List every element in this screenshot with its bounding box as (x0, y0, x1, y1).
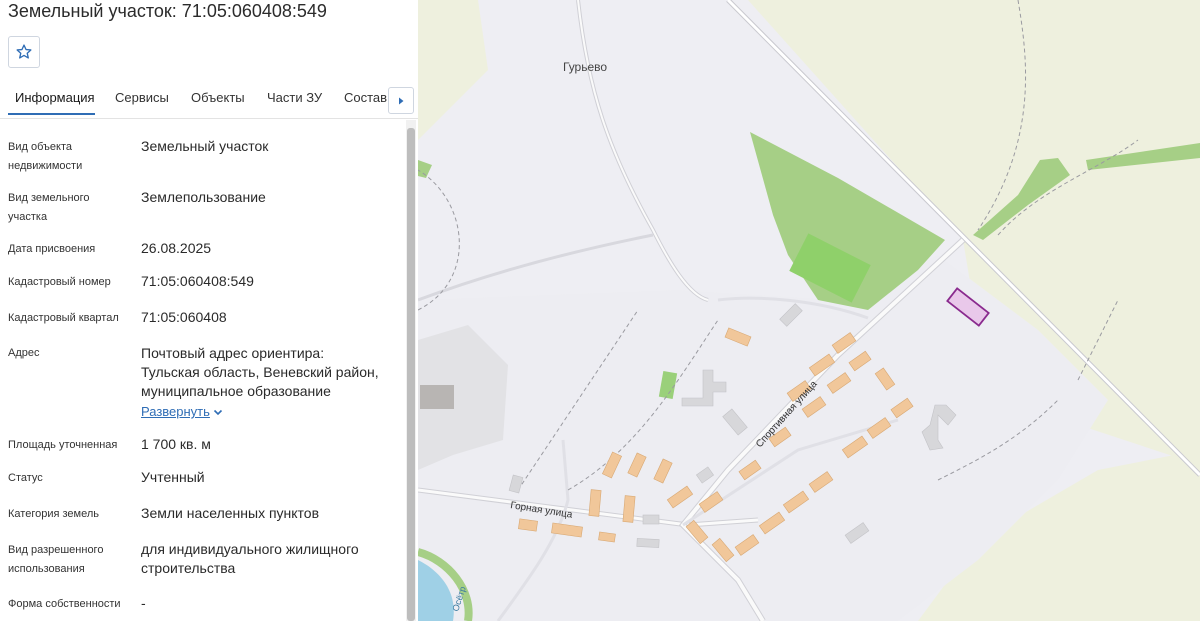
favorite-button[interactable] (8, 36, 40, 68)
land-category-label: Категория земель (8, 508, 99, 520)
ownership-label: Форма собственности (8, 598, 121, 610)
scrollbar-thumb[interactable] (407, 128, 415, 621)
chevron-right-icon (399, 97, 404, 104)
ownership-value: - (141, 595, 146, 611)
tabs-scroll-right-button[interactable] (388, 87, 414, 114)
map-canvas[interactable]: Гурьево Спортивная улица Горная улица Ос… (418, 0, 1200, 621)
object-type-value: Земельный участок (141, 138, 269, 154)
object-type-label: Вид объекта недвижимости (8, 141, 83, 172)
tab-objects[interactable]: Объекты (191, 90, 245, 105)
assigned-date-value: 26.08.2025 (141, 240, 212, 256)
cadastral-number-value: 71:05:060408:549 (141, 273, 254, 289)
tab-services[interactable]: Сервисы (115, 90, 169, 105)
parcel-type-label: Вид земельного участка (8, 192, 90, 223)
chevron-down-icon[interactable] (212, 406, 224, 418)
permitted-use-value: для индивидуального жилищного строительс… (141, 541, 359, 576)
parcel-type-value: Землепользование (141, 189, 266, 205)
permitted-use-label: Вид разрешенного использования (8, 544, 104, 575)
address-value: Почтовый адрес ориентира: Тульская облас… (141, 345, 379, 399)
tabs-bar: Информация Сервисы Объекты Части ЗУ Сост… (0, 82, 418, 119)
cadastral-quarter-label: Кадастровый квартал (8, 312, 119, 324)
cadastral-quarter-value: 71:05:060408 (141, 309, 227, 325)
status-label: Статус (8, 472, 43, 484)
assigned-date-label: Дата присвоения (8, 243, 96, 255)
tab-parcel-parts[interactable]: Части ЗУ (267, 90, 322, 105)
area-label: Площадь уточненная (8, 439, 118, 451)
industrial-building (420, 385, 454, 409)
land-category-value: Земли населенных пунктов (141, 505, 320, 521)
active-tab-indicator (8, 113, 95, 115)
map-label-village: Гурьево (563, 60, 607, 74)
address-expand-link[interactable]: Развернуть (141, 404, 210, 419)
cadastral-number-label: Кадастровый номер (8, 276, 111, 288)
address-label: Адрес (8, 347, 40, 359)
tab-composition[interactable]: Состав (344, 90, 387, 105)
info-panel: Земельный участок: 71:05:060408:549 Инфо… (0, 0, 419, 621)
star-outline-icon (16, 44, 32, 59)
tab-information[interactable]: Информация (15, 90, 95, 105)
area-value: 1 700 кв. м (141, 436, 211, 452)
page-title: Земельный участок: 71:05:060408:549 (8, 1, 327, 21)
status-value: Учтенный (141, 469, 205, 485)
map-view[interactable]: Гурьево Спортивная улица Горная улица Ос… (418, 0, 1200, 621)
